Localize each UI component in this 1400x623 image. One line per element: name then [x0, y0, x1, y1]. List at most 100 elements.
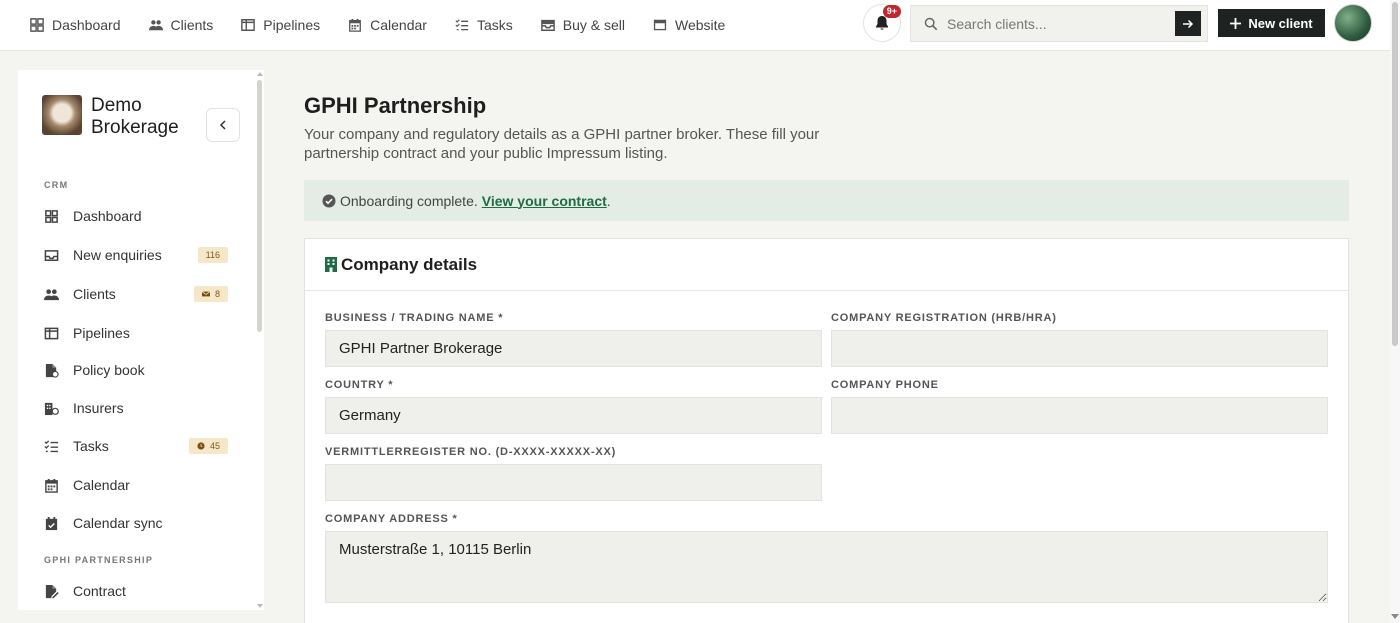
sidebar-item-label: Pipelines [73, 325, 130, 341]
sidebar-section-gphi-partnership: GPHI PARTNERSHIP [44, 555, 154, 565]
envelope-icon [201, 291, 210, 297]
search-input[interactable] [947, 15, 1167, 32]
calendar-icon [349, 18, 362, 32]
tasks-icon [455, 19, 469, 31]
page-scrollbar-thumb[interactable] [1392, 2, 1398, 346]
check-circle-icon [322, 194, 336, 207]
topnav-clients[interactable]: Clients [148, 17, 214, 33]
collapse-sidebar-button[interactable] [206, 108, 240, 142]
vermittler-field[interactable] [325, 464, 822, 501]
notifications-button[interactable]: 9+ [863, 4, 901, 42]
sidebar-item-contract[interactable]: Contract [44, 580, 228, 602]
sidebar-scroll-down-icon[interactable] [257, 604, 263, 608]
topnav-clients-label: Clients [170, 17, 214, 33]
scroll-down-arrow-icon[interactable] [1391, 614, 1399, 619]
sidebar-item-clients[interactable]: Clients 8 [44, 283, 228, 305]
business-name-label: BUSINESS / TRADING NAME * [325, 312, 504, 324]
topnav-pipelines[interactable]: Pipelines [241, 17, 320, 33]
search-submit-button[interactable] [1175, 11, 1201, 36]
topnav-dashboard[interactable]: Dashboard [30, 17, 121, 33]
banner-suffix: . [606, 192, 611, 209]
columns-icon [44, 327, 59, 339]
registration-label: COMPANY REGISTRATION (HRB/HRA) [831, 312, 1057, 324]
plus-icon [1230, 17, 1242, 29]
sidebar-item-label: Dashboard [73, 208, 142, 224]
inbox-icon [44, 249, 59, 261]
topnav-website[interactable]: Website [653, 17, 725, 33]
page-subtitle: Your company and regulatory details as a… [304, 126, 820, 162]
sidebar: Demo Brokerage CRM Dashboard New enquiri… [18, 70, 264, 610]
search-bar [910, 5, 1208, 42]
clients-badge: 8 [193, 286, 228, 302]
new-client-label: New client [1248, 15, 1313, 31]
notifications-badge: 9+ [882, 5, 901, 18]
topnav-tasks-label: Tasks [476, 17, 513, 33]
company-phone-label: COMPANY PHONE [831, 379, 939, 391]
building-icon [44, 402, 59, 415]
top-nav-links: Dashboard Clients Pipelines Calendar Tas… [0, 0, 753, 51]
sidebar-scrollbar-thumb[interactable] [257, 80, 262, 332]
country-label: COUNTRY * [325, 379, 394, 391]
arrow-right-icon [1183, 19, 1194, 28]
registration-field[interactable] [831, 330, 1328, 367]
brand-logo [42, 95, 82, 135]
sidebar-item-insurers[interactable]: Insurers [44, 397, 228, 419]
sidebar-item-label: Calendar [73, 477, 130, 493]
search-icon [924, 17, 938, 30]
calendar-icon [45, 478, 58, 493]
clients-badge-count: 8 [214, 289, 220, 299]
sidebar-item-label: Calendar sync [73, 515, 163, 531]
sidebar-item-label: Tasks [73, 438, 109, 454]
columns-icon [241, 19, 256, 31]
users-icon [148, 20, 163, 31]
page-scrollbar[interactable] [1390, 0, 1400, 623]
sidebar-section-crm: CRM [44, 180, 69, 190]
sidebar-item-label: Clients [73, 286, 116, 302]
clock-icon [197, 442, 205, 450]
company-details-card: Company details BUSINESS / TRADING NAME … [304, 238, 1349, 623]
top-navigation-bar: Dashboard Clients Pipelines Calendar Tas… [0, 0, 1390, 51]
topnav-calendar[interactable]: Calendar [348, 17, 427, 33]
topnav-dashboard-label: Dashboard [52, 17, 121, 33]
users-icon [44, 288, 59, 300]
sidebar-item-label: New enquiries [73, 247, 162, 263]
company-address-field[interactable]: Musterstraße 1, 10115 Berlin [325, 531, 1328, 603]
building-icon [325, 257, 337, 272]
company-phone-field[interactable] [831, 397, 1328, 434]
sidebar-item-tasks[interactable]: Tasks 45 [44, 435, 228, 457]
sidebar-item-policy-book[interactable]: Policy book [44, 359, 228, 381]
topnav-tasks[interactable]: Tasks [455, 17, 513, 33]
sidebar-item-label: Insurers [73, 400, 124, 416]
sidebar-scroll-up-icon[interactable] [257, 72, 263, 76]
window-icon [653, 19, 667, 31]
tasks-badge: 45 [188, 438, 228, 454]
sidebar-item-calendar[interactable]: Calendar [44, 474, 228, 496]
vermittler-label: VERMITTLERREGISTER NO. (D-XXXX-XXXXX-XX) [325, 446, 617, 458]
grid-icon [30, 18, 44, 32]
topnav-buy-sell[interactable]: Buy & sell [540, 17, 625, 33]
tasks-icon [44, 439, 59, 452]
sidebar-item-new-enquiries[interactable]: New enquiries 116 [44, 244, 228, 266]
brand: Demo Brokerage [42, 95, 201, 139]
tasks-badge-count: 45 [209, 441, 220, 451]
sidebar-item-calendar-sync[interactable]: Calendar sync [44, 512, 228, 534]
calendar-check-icon [45, 516, 58, 530]
onboarding-status-banner: Onboarding complete. View your contract … [304, 180, 1349, 221]
topnav-buy-sell-label: Buy & sell [562, 17, 625, 33]
file-icon [45, 363, 59, 378]
card-header: Company details [305, 239, 1348, 291]
sidebar-item-label: Policy book [73, 362, 145, 378]
sidebar-item-dashboard[interactable]: Dashboard [44, 205, 228, 227]
country-field[interactable] [325, 397, 822, 434]
business-name-field[interactable] [325, 330, 822, 367]
view-contract-link[interactable]: View your contract [482, 193, 607, 209]
page-title: GPHI Partnership [304, 93, 487, 118]
topnav-calendar-label: Calendar [370, 17, 427, 33]
topnav-website-label: Website [675, 17, 726, 33]
user-avatar[interactable] [1334, 4, 1372, 42]
company-address-label: COMPANY ADDRESS * [325, 513, 458, 525]
inbox-icon [540, 19, 555, 31]
sidebar-scrollbar[interactable] [257, 70, 263, 610]
sidebar-item-pipelines[interactable]: Pipelines [44, 322, 228, 344]
new-client-button[interactable]: New client [1218, 9, 1325, 37]
